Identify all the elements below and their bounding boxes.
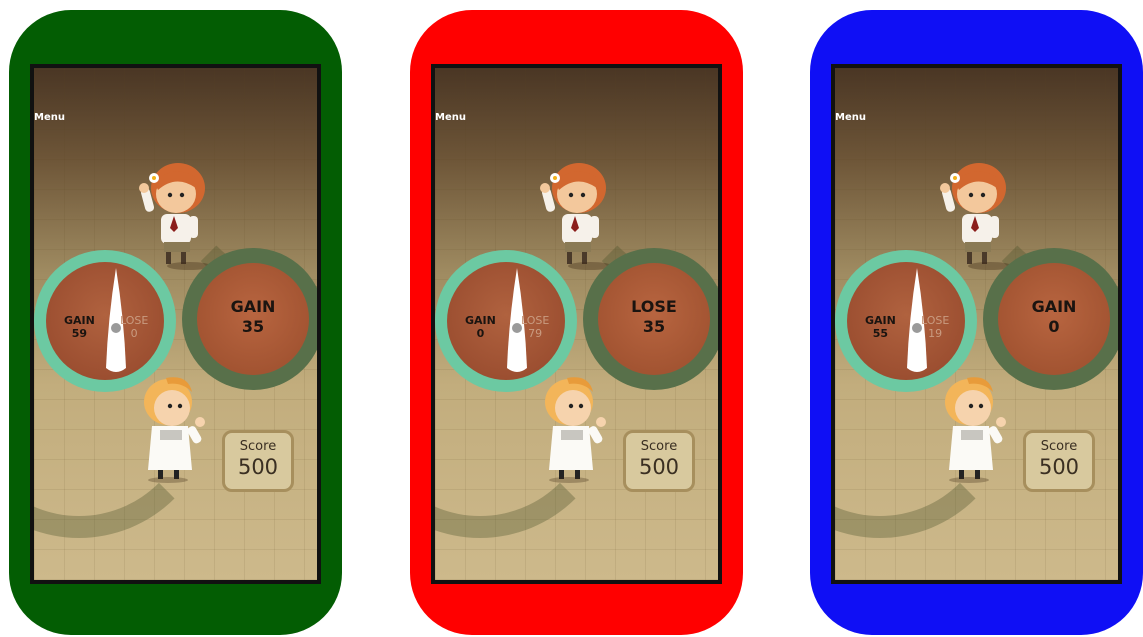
game-screen: Menu: [831, 64, 1122, 584]
result-circle: LOSE 35: [583, 248, 718, 390]
spinner-face: GAIN 55 LOSE 19: [847, 262, 965, 380]
lose-counter: LOSE 0: [120, 314, 148, 340]
score-panel: Score 500: [1023, 430, 1095, 492]
gain-label: GAIN: [865, 314, 896, 327]
game-screen: Menu: [30, 64, 321, 584]
lose-value: 79: [528, 327, 543, 340]
lose-counter: LOSE 19: [921, 314, 949, 340]
game-screen: Menu: [431, 64, 722, 584]
result-value: 35: [241, 317, 265, 336]
lose-counter: LOSE 79: [521, 314, 549, 340]
spinner-face: GAIN 0 LOSE 79: [447, 262, 565, 380]
phone-frame: Menu: [9, 10, 342, 635]
score-panel: Score 500: [222, 430, 294, 492]
phone-frame: Menu: [410, 10, 743, 635]
gain-label: GAIN: [465, 314, 496, 327]
score-label: Score: [640, 439, 678, 454]
boy-character-icon: [939, 374, 1019, 484]
result-label: GAIN: [1031, 297, 1077, 316]
girl-character-icon: [134, 158, 214, 270]
boy-character-icon: [138, 374, 218, 484]
score-panel: Score 500: [623, 430, 695, 492]
score-value: 500: [237, 455, 279, 479]
spinner-wheel[interactable]: GAIN 59 LOSE 0: [34, 250, 176, 392]
spinner-wheel[interactable]: GAIN 55 LOSE 19: [835, 250, 977, 392]
spinner-wheel[interactable]: GAIN 0 LOSE 79: [435, 250, 577, 392]
boy-character-icon: [539, 374, 619, 484]
lose-value: 19: [928, 327, 943, 340]
result-face: GAIN 0: [998, 263, 1110, 375]
girl-character-icon: [935, 158, 1015, 270]
score-label: Score: [1040, 439, 1078, 454]
score-value: 500: [638, 455, 680, 479]
phone-frame: Menu: [810, 10, 1143, 635]
result-label: LOSE: [631, 297, 677, 316]
lose-label: LOSE: [921, 314, 950, 327]
gain-counter: GAIN 59: [64, 314, 95, 340]
gain-value: 55: [872, 327, 889, 340]
spinner-face: GAIN 59 LOSE 0: [46, 262, 164, 380]
result-value: 35: [642, 317, 666, 336]
lose-label: LOSE: [120, 314, 149, 327]
menu-button[interactable]: Menu: [34, 112, 65, 123]
score-label: Score: [239, 439, 277, 454]
girl-character-icon: [535, 158, 615, 270]
gain-counter: GAIN 0: [465, 314, 496, 340]
result-text: GAIN 0: [998, 297, 1110, 337]
result-label: GAIN: [230, 297, 276, 316]
result-text: GAIN 35: [197, 297, 309, 337]
result-circle: GAIN 0: [983, 248, 1118, 390]
gain-value: 0: [476, 327, 485, 340]
score-value: 500: [1038, 455, 1080, 479]
menu-button[interactable]: Menu: [835, 112, 866, 123]
gain-value: 59: [71, 327, 88, 340]
lose-label: LOSE: [521, 314, 550, 327]
stage: Menu GAIN 59 LOSE 0 GAIN 35 Score 500 Me…: [0, 0, 1143, 637]
result-circle: GAIN 35: [182, 248, 317, 390]
result-face: LOSE 35: [598, 263, 710, 375]
result-value: 0: [1048, 317, 1060, 336]
gain-counter: GAIN 55: [865, 314, 896, 340]
menu-button[interactable]: Menu: [435, 112, 466, 123]
result-face: GAIN 35: [197, 263, 309, 375]
result-text: LOSE 35: [598, 297, 710, 337]
gain-label: GAIN: [64, 314, 95, 327]
lose-value: 0: [130, 327, 138, 340]
